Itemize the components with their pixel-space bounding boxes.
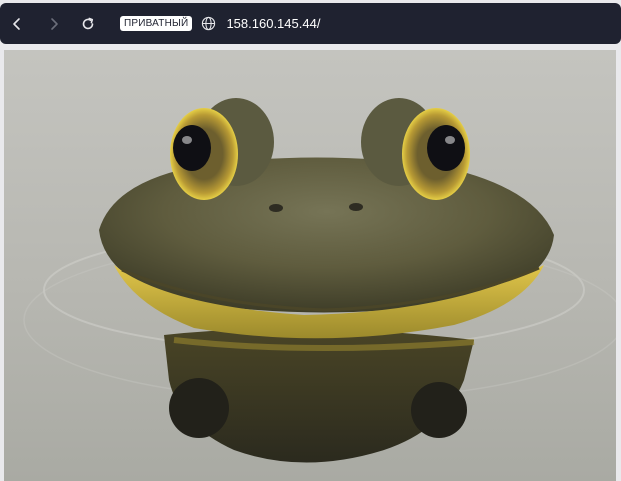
private-mode-badge: ПРИВАТНЫЙ <box>120 16 193 31</box>
forward-button[interactable] <box>40 10 68 38</box>
browser-toolbar: ПРИВАТНЫЙ 158.160.145.44/ <box>0 3 621 44</box>
frog-photo <box>4 50 616 481</box>
forward-icon <box>51 17 58 30</box>
page-content <box>4 50 616 481</box>
globe-icon <box>200 16 216 32</box>
back-button[interactable] <box>3 10 31 38</box>
back-icon <box>13 17 20 30</box>
address-bar-url[interactable]: 158.160.145.44/ <box>226 16 320 31</box>
reload-button[interactable] <box>74 10 102 38</box>
reload-icon <box>82 17 94 29</box>
